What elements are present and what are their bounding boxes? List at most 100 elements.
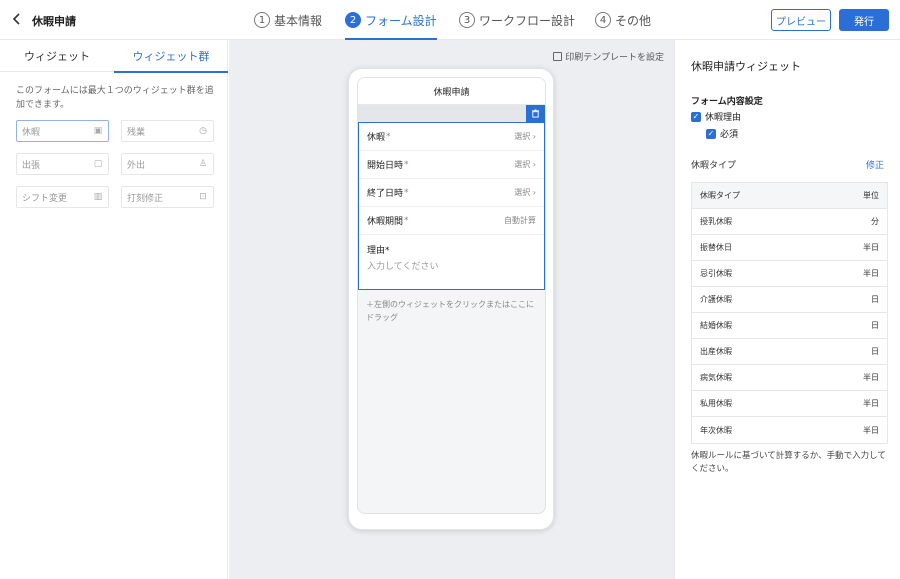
delete-widget-button[interactable]: [526, 105, 545, 122]
step-number: 3: [459, 12, 475, 28]
page-title: 休暇申請: [32, 15, 76, 28]
table-row: 授乳休暇 分: [692, 209, 887, 235]
table-row: 介護休暇 日: [692, 287, 887, 313]
back-button[interactable]: [8, 10, 26, 28]
cell: 私用休暇: [700, 399, 732, 408]
checkbox-label: 必須: [720, 130, 739, 140]
briefcase-icon: ▢: [93, 159, 103, 169]
required-mark: *: [386, 131, 391, 142]
section-title: フォーム内容設定: [691, 97, 763, 107]
clock-icon: ◷: [199, 126, 207, 136]
tab-widget-groups[interactable]: ウィジェット群: [114, 40, 228, 73]
table-row: 出産休暇 日: [692, 339, 887, 365]
field-label: 理由: [367, 246, 386, 256]
leave-widget-group[interactable]: 休暇 * 選択 › 開始日時 * 選択 › 終了日時 * 選択 › 休暇期間 * 自動計…: [358, 122, 545, 290]
table-header: 休暇タイプ 単位: [692, 183, 887, 209]
step-number: 2: [345, 12, 361, 28]
widget-label: シフト変更: [22, 193, 68, 204]
table-row: 結婚休暇 日: [692, 313, 887, 339]
leave-type-table: 休暇タイプ 単位 授乳休暇分 振替休日 半日 忌引休暇 半日 介護休暇日 結婚休暇日…: [691, 182, 888, 444]
table-row: 忌引休暇 半日: [692, 261, 887, 287]
widget-business-trip[interactable]: 出張 ▢: [16, 153, 109, 175]
print-template-label: 印刷テンプレートを設定: [565, 53, 664, 63]
print-template-link[interactable]: 印刷テンプレートを設定: [553, 50, 664, 63]
required-mark: *: [404, 215, 409, 226]
cell: 半日: [863, 373, 879, 382]
tab-other[interactable]: 4 その他: [595, 0, 651, 40]
field-label: 終了日時: [367, 189, 404, 199]
edit-link[interactable]: 修正: [866, 158, 884, 171]
chevron-left-icon: [12, 13, 20, 25]
cell: 半日: [863, 269, 879, 278]
cell: 病気休暇: [700, 373, 732, 382]
widget-overtime[interactable]: 残業 ◷: [121, 120, 214, 142]
phone-screen: 休暇申請 休暇 * 選択 › 開始日時 * 選択 › 終了日時 * 選択 › 休…: [357, 77, 546, 514]
widget-label: 休暇: [22, 127, 41, 138]
table-row: 病気休暇 半日: [692, 365, 887, 391]
widget-clock-correction[interactable]: 打刻修正 ⊡: [121, 186, 214, 208]
cell: 半日: [863, 243, 879, 252]
column-header: 単位: [863, 191, 879, 200]
widget-outing[interactable]: 外出 ♙: [121, 153, 214, 175]
table-row: 私用休暇 半日: [692, 391, 887, 417]
cell: 年次休暇: [700, 425, 732, 435]
field-start-datetime[interactable]: 開始日時 * 選択 ›: [359, 151, 544, 179]
print-icon: [553, 52, 563, 61]
field-label: 開始日時: [367, 161, 404, 171]
cell: 半日: [863, 425, 879, 435]
step-label: その他: [615, 13, 652, 28]
checkbox-label: 休暇理由: [705, 113, 742, 123]
checkbox-required[interactable]: ✓ 必須: [706, 127, 738, 140]
field-leave[interactable]: 休暇 * 選択 ›: [359, 123, 544, 151]
cell: 結婚休暇: [700, 321, 732, 330]
cell: 日: [871, 295, 879, 304]
calculation-note: 休暇ルールに基づいて計算するか、手動で入力してください。: [691, 451, 886, 474]
cell: 日: [871, 347, 879, 356]
cell: 日: [871, 321, 879, 330]
publish-button[interactable]: 発行: [839, 9, 889, 31]
properties-panel: 休暇申請ウィジェット フォーム内容設定 ✓ 休暇理由 ✓ 必須 休暇タイプ 修正…: [674, 40, 900, 579]
phone-preview: 休暇申請 休暇 * 選択 › 開始日時 * 選択 › 終了日時 * 選択 › 休…: [348, 68, 554, 530]
cell: 出産休暇: [700, 347, 732, 356]
tab-workflow-design[interactable]: 3 ワークフロー設計: [459, 0, 575, 40]
leave-type-label: 休暇タイプ: [691, 161, 737, 171]
widget-tabs: ウィジェット ウィジェット群: [0, 40, 228, 73]
field-label: 休暇期間: [367, 217, 404, 227]
cell: 忌引休暇: [700, 269, 732, 278]
drop-zone[interactable]: ＋左側のウィジェットをクリックまたはここにドラッグ: [358, 290, 545, 332]
widget-leave[interactable]: 休暇 ▣: [16, 120, 109, 142]
plus-icon: ＋: [366, 300, 374, 309]
cell: 介護休暇: [700, 295, 732, 304]
field-end-datetime[interactable]: 終了日時 * 選択 ›: [359, 179, 544, 207]
step-label: フォーム設計: [365, 13, 437, 28]
checkbox-leave-reason[interactable]: ✓ 休暇理由: [691, 110, 741, 123]
preview-button[interactable]: プレビュー: [771, 9, 831, 31]
widget-toolbar: [358, 105, 545, 122]
field-reason[interactable]: 理由* 入力してください: [359, 235, 544, 289]
panel-title: 休暇申請ウィジェット: [691, 60, 801, 73]
widget-group-note: このフォームには最大１つのウィジェット群を追加できます。: [16, 86, 214, 110]
edit-box-icon: ⊡: [199, 192, 207, 202]
field-value: 選択 ›: [514, 160, 536, 169]
calendar-icon: ▣: [93, 126, 103, 136]
widget-label: 外出: [127, 160, 146, 171]
form-canvas: 印刷テンプレートを設定 休暇申請 休暇 * 選択 › 開始日時 * 選択 › 終…: [229, 40, 674, 579]
trash-icon: [531, 109, 540, 118]
tab-basic-info[interactable]: 1 基本情報: [254, 0, 322, 40]
field-value: 選択 ›: [514, 132, 536, 141]
tab-form-design[interactable]: 2 フォーム設計: [345, 0, 437, 40]
reason-placeholder: 入力してください: [367, 262, 439, 272]
widget-shift-change[interactable]: シフト変更 ▥: [16, 186, 109, 208]
widget-label: 残業: [127, 127, 146, 138]
field-value: 自動計算: [504, 216, 536, 225]
building-icon: ▥: [93, 192, 103, 202]
phone-title: 休暇申請: [358, 78, 545, 105]
field-leave-period[interactable]: 休暇期間 * 自動計算: [359, 207, 544, 235]
cell: 振替休日: [700, 243, 732, 252]
step-label: ワークフロー設計: [479, 13, 576, 28]
required-mark: *: [404, 187, 409, 198]
tab-widgets[interactable]: ウィジェット: [0, 40, 114, 72]
check-icon: ✓: [706, 128, 716, 139]
required-mark: *: [404, 159, 409, 170]
step-number: 1: [254, 12, 270, 28]
